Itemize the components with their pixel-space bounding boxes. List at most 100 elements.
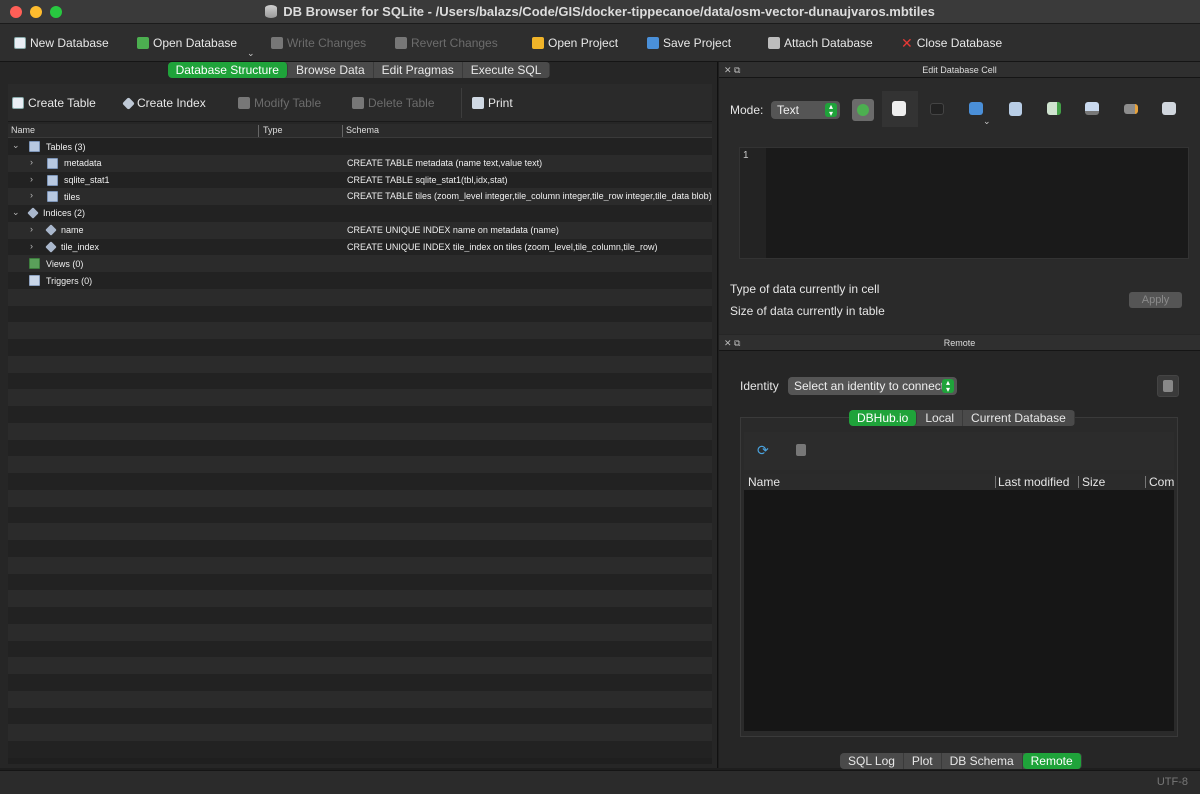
set-null-icon[interactable] [1085, 102, 1099, 115]
text-editor-icon[interactable] [892, 101, 906, 116]
dock-close-float-icons[interactable]: ✕ ⧉ [724, 62, 740, 78]
remote-tab-current-database[interactable]: Current Database [963, 410, 1075, 426]
dock-tab-db-schema[interactable]: DB Schema [942, 753, 1023, 769]
column-header-schema[interactable]: Schema [346, 125, 379, 135]
column-header-type[interactable]: Type [263, 125, 283, 135]
database-icon [265, 5, 278, 18]
remote-tab-dbhub-io[interactable]: DBHub.io [849, 410, 918, 426]
tree-row[interactable]: ⌄ Indices (2) [8, 205, 712, 222]
column-separator[interactable] [258, 125, 259, 137]
tab-database-structure[interactable]: Database Structure [167, 62, 288, 78]
terminal-icon[interactable] [930, 103, 944, 115]
dock-tab-plot[interactable]: Plot [904, 753, 942, 769]
tree-row[interactable]: ⌄ Tables (3) [8, 138, 712, 155]
revert-changes-button[interactable]: Revert Changes [395, 34, 498, 52]
print-cell-icon[interactable] [1162, 102, 1176, 115]
edit-cell-title: Edit Database Cell [922, 65, 997, 75]
export-file-icon[interactable] [1047, 102, 1061, 115]
new-database-button[interactable]: New Database [14, 34, 109, 52]
collapsed-chevron-icon[interactable]: › [30, 174, 33, 184]
column-separator[interactable] [1078, 476, 1079, 488]
auto-switch-mode-button[interactable] [852, 99, 874, 121]
open-project-button[interactable]: Open Project [532, 34, 618, 52]
column-separator[interactable] [1145, 476, 1146, 488]
tab-execute-sql[interactable]: Execute SQL [463, 62, 551, 78]
open-database-button[interactable]: Open Database [137, 34, 237, 52]
attach-database-button[interactable]: Attach Database [768, 34, 873, 52]
empty-row [8, 422, 712, 440]
write-changes-button[interactable]: Write Changes [271, 34, 366, 52]
modify-table-label: Modify Table [254, 96, 322, 110]
identity-manage-button[interactable] [1157, 375, 1179, 397]
modify-table-button[interactable]: Modify Table [238, 96, 321, 110]
column-header-name[interactable]: Name [11, 125, 35, 135]
tree-row[interactable]: › sqlite_stat1 CREATE TABLE sqlite_stat1(t… [8, 171, 712, 189]
save-cell-icon[interactable] [969, 102, 983, 115]
empty-row [8, 657, 712, 674]
structure-toolbar: Create Table Create Index Modify Table D… [8, 84, 712, 122]
dock-tab-remote[interactable]: Remote [1022, 753, 1082, 769]
column-header-size[interactable]: Size [1082, 475, 1105, 489]
empty-row [8, 439, 712, 457]
column-separator[interactable] [342, 125, 343, 137]
tree-row[interactable]: › metadata CREATE TABLE metadata (name tex… [8, 154, 712, 172]
remote-browser: DBHub.io Local Current Database ⟳ Name Las… [740, 410, 1178, 737]
tree-row[interactable]: Views (0) [8, 255, 712, 272]
word-wrap-icon[interactable] [1124, 104, 1138, 114]
collapsed-chevron-icon[interactable]: › [30, 241, 33, 251]
dock-close-float-icons[interactable]: ✕ ⧉ [724, 335, 740, 351]
tree-row[interactable]: Triggers (0) [8, 272, 712, 289]
create-table-button[interactable]: Create Table [12, 96, 96, 110]
empty-row [8, 690, 712, 708]
print-button[interactable]: Print [472, 96, 513, 110]
remote-file-list[interactable]: Name Last modified Size Com [744, 474, 1174, 731]
cell-text-editor[interactable]: 1 [739, 147, 1189, 259]
open-database-dropdown-icon[interactable]: ⌄ [247, 48, 255, 59]
collapsed-chevron-icon[interactable]: › [30, 224, 33, 234]
save-project-label: Save Project [663, 36, 732, 50]
collapsed-chevron-icon[interactable]: › [30, 157, 33, 167]
tree-row[interactable]: › tile_index CREATE UNIQUE INDEX tile_inde… [8, 238, 712, 256]
column-separator[interactable] [995, 476, 996, 488]
tree-item-name: metadata [47, 157, 102, 169]
column-header-commit[interactable]: Com [1149, 475, 1174, 489]
import-file-icon[interactable] [1009, 102, 1022, 116]
tab-browse-data[interactable]: Browse Data [288, 62, 374, 78]
close-window-button[interactable] [10, 6, 22, 18]
column-header-name[interactable]: Name [748, 475, 780, 489]
empty-row [8, 372, 712, 390]
create-index-button[interactable]: Create Index [122, 96, 206, 110]
main-toolbar: New Database Open Database ⌄ Write Chang… [0, 24, 1200, 62]
modify-table-icon [238, 97, 250, 109]
refresh-icon[interactable]: ⟳ [757, 442, 769, 459]
expanded-chevron-icon[interactable]: ⌄ [12, 207, 20, 218]
close-database-button[interactable]: ✕ Close Database [901, 34, 1002, 52]
delete-table-button[interactable]: Delete Table [352, 96, 435, 110]
apply-button[interactable]: Apply [1129, 292, 1182, 308]
tree-row[interactable]: › tiles CREATE TABLE tiles (zoom_level int… [8, 188, 712, 205]
column-header-last-modified[interactable]: Last modified [998, 475, 1069, 489]
line-number-gutter: 1 [740, 148, 766, 258]
identity-select[interactable]: Select an identity to connect ▴ ▾ [788, 377, 957, 395]
empty-row [8, 573, 712, 591]
tree-item-label: Tables (3) [46, 141, 86, 152]
save-project-button[interactable]: Save Project [647, 34, 731, 52]
tree-row[interactable]: › name CREATE UNIQUE INDEX name on metadat… [8, 221, 712, 239]
collapsed-chevron-icon[interactable]: › [30, 190, 33, 200]
window-controls [10, 6, 62, 18]
database-settings-icon [1163, 380, 1173, 392]
remote-tab-local[interactable]: Local [917, 410, 964, 426]
toolbar-separator [461, 88, 462, 118]
dock-tab-sql-log[interactable]: SQL Log [840, 753, 904, 769]
tree-item-label: sqlite_stat1 [64, 175, 110, 185]
expanded-chevron-icon[interactable]: ⌄ [12, 140, 20, 151]
zoom-window-button[interactable] [50, 6, 62, 18]
minimize-window-button[interactable] [30, 6, 42, 18]
schema-tree[interactable]: Name Type Schema ⌄ Tables (3) › metadata CRE… [8, 124, 712, 764]
empty-row [8, 724, 712, 741]
mode-select[interactable]: Text ▴ ▾ [771, 101, 840, 119]
save-cell-dropdown-icon[interactable]: ⌄ [983, 116, 991, 127]
clone-database-icon[interactable] [796, 444, 806, 456]
tab-edit-pragmas[interactable]: Edit Pragmas [374, 62, 463, 78]
empty-row [8, 288, 712, 306]
